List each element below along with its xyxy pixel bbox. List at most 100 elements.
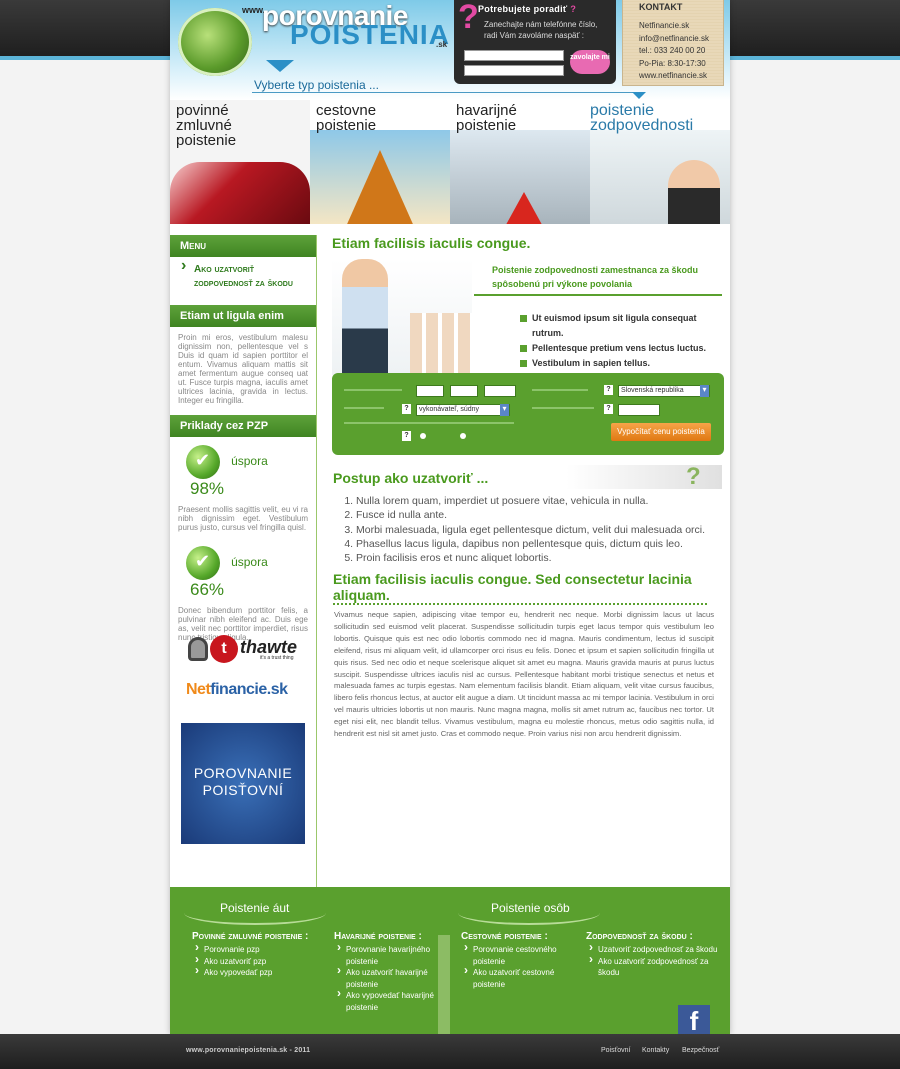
divider bbox=[184, 913, 326, 925]
businessman-image bbox=[590, 130, 730, 224]
banner-pzp-label: povinné zmluvné poistenie bbox=[176, 102, 237, 149]
saving-text-1: Praesent mollis sagittis velit, eu vi ra… bbox=[178, 505, 308, 532]
netfinancie-logo[interactable]: Netfinancie.sk bbox=[186, 681, 288, 699]
contact-line: Netfinancie.sk bbox=[639, 21, 690, 30]
thawte-sub: it's a trust thing bbox=[260, 655, 294, 661]
sidebar-item-uzatvorit[interactable]: Ako uzatvoriť zodpovednosť za škodu bbox=[170, 257, 316, 297]
footer-col-title: Povinné zmluvné poistenie : bbox=[192, 931, 309, 942]
banner-havarijne[interactable]: havarijné poistenie bbox=[450, 100, 590, 224]
car-image bbox=[170, 162, 310, 224]
contact-web[interactable]: www.netfinancie.sk bbox=[639, 70, 709, 83]
globe-logo-icon[interactable] bbox=[178, 8, 252, 76]
callback-phone-input[interactable] bbox=[464, 65, 564, 76]
country-select[interactable]: Slovenská republika bbox=[618, 385, 710, 397]
sidebar-menu-title: Menu bbox=[170, 235, 316, 257]
footer: Poistenie áut Poistenie osôb Povinné zml… bbox=[170, 887, 730, 1036]
price-calculator: ? vykonávateľ, súdny ? ? Slovenská repub… bbox=[332, 373, 724, 455]
man-shape bbox=[342, 259, 388, 375]
footer-link[interactable]: Porovnanie pzp bbox=[192, 942, 322, 956]
main-content: Etiam facilisis iaculis congue. Poisteni… bbox=[332, 235, 724, 887]
page-title: Etiam facilisis iaculis congue. bbox=[332, 235, 531, 251]
footer-link[interactable]: Ako uzatvoriť cestovné poistenie bbox=[461, 965, 576, 990]
footer-col-zodpovednost: Zodpovednosť za škodu : Uzatvoriť zodpov… bbox=[586, 931, 720, 979]
banner-cestovne-label: cestovne poistenie bbox=[316, 102, 377, 134]
netf-b: financie.sk bbox=[210, 681, 288, 698]
sidebar-box2-title: Priklady cez PZP bbox=[170, 415, 316, 437]
callback-name-input[interactable] bbox=[464, 50, 564, 61]
occupation-select[interactable]: vykonávateľ, súdny bbox=[416, 404, 510, 416]
callback-button[interactable]: zavolajte mi bbox=[570, 50, 610, 74]
saving-label: úspora bbox=[231, 554, 268, 569]
help-icon[interactable]: ? bbox=[604, 404, 613, 414]
saving-row-1: úspora 98% bbox=[170, 437, 316, 499]
office-image bbox=[332, 259, 472, 375]
facebook-icon[interactable]: f bbox=[678, 1005, 710, 1036]
thawte-logo[interactable]: t thawte it's a trust thing bbox=[188, 633, 300, 665]
help-icon[interactable]: ? bbox=[402, 431, 411, 441]
callback-box: ? Potrebujete poradiť ? Zanechajte nám t… bbox=[454, 0, 616, 84]
sidebar-box1-text: Proin mi eros, vestibulum malesu digniss… bbox=[178, 333, 308, 405]
footer-col-cestovne: Cestovné poistenie : Porovnanie cestovné… bbox=[461, 931, 576, 990]
footer-link[interactable]: Porovnanie cestovného poistenie bbox=[461, 942, 576, 967]
saving-percent: 98% bbox=[190, 479, 225, 498]
section-title: Etiam facilisis iaculis congue. Sed cons… bbox=[333, 571, 692, 603]
amount-input[interactable] bbox=[618, 404, 660, 416]
radio-no[interactable] bbox=[460, 433, 466, 439]
logo-sk: .sk bbox=[436, 40, 448, 49]
contact-hours: Po-Pia: 8:30-17:30 bbox=[639, 58, 706, 68]
date-month-input[interactable] bbox=[450, 385, 478, 397]
man-shape bbox=[668, 160, 720, 224]
saving-row-2: úspora 66% bbox=[170, 538, 316, 600]
bottom-link-poistovni[interactable]: Poisťovní bbox=[601, 1047, 630, 1054]
date-year-input[interactable] bbox=[484, 385, 516, 397]
callback-text: Zanechajte nám telefónne číslo, radi Vám… bbox=[484, 20, 598, 40]
logo-bottom[interactable]: POISTENIA bbox=[290, 20, 450, 50]
chevron-down-icon bbox=[632, 92, 646, 99]
list-item: Phasellus lacus ligula, dapibus non pell… bbox=[356, 537, 722, 551]
help-icon[interactable]: ? bbox=[604, 385, 613, 395]
banner-cestovne[interactable]: cestovne poistenie bbox=[310, 100, 450, 224]
banner-zodpovednost[interactable]: poistenie zodpovednosti bbox=[590, 100, 730, 224]
divider bbox=[458, 913, 600, 925]
intro-heading: Poistenie zodpovednosti zamestnanca za š… bbox=[492, 265, 699, 289]
steps-title: Postup ako uzatvoriť ... bbox=[333, 470, 489, 486]
banner-pzp[interactable]: povinné zmluvné poistenie bbox=[170, 100, 310, 224]
radio-yes[interactable] bbox=[420, 433, 426, 439]
footer-link[interactable]: Porovnanie havarijného poistenie bbox=[334, 942, 450, 967]
sail-image bbox=[310, 130, 450, 224]
banner-havarijne-label: havarijné poistenie bbox=[456, 102, 517, 134]
footer-link[interactable]: Ako vypovedať pzp bbox=[192, 965, 322, 979]
bottom-link-bezpecnost[interactable]: Bezpečnosť bbox=[682, 1047, 719, 1054]
bottom-link-kontakty[interactable]: Kontakty bbox=[642, 1047, 669, 1054]
help-icon[interactable]: ? bbox=[402, 404, 411, 414]
footer-link[interactable]: Ako uzatvoriť havarijné poistenie bbox=[334, 965, 450, 990]
contact-title: KONTAKT bbox=[639, 2, 683, 12]
footer-link[interactable]: Uzatvoriť zodpovednosť za škodu bbox=[586, 942, 720, 956]
sidebar: Menu Ako uzatvoriť zodpovednosť za škodu… bbox=[170, 235, 317, 887]
thawte-t-icon: t bbox=[210, 635, 238, 663]
footer-link[interactable]: Ako uzatvoriť pzp bbox=[192, 954, 322, 968]
checkmark-icon bbox=[186, 445, 220, 479]
field-label bbox=[532, 407, 594, 409]
contact-box: KONTAKT Netfinancie.sk info@netfinancie.… bbox=[622, 0, 724, 86]
porovnanie-banner[interactable]: POROVNANIE POISŤOVNÍ bbox=[181, 723, 305, 844]
contact-email[interactable]: info@netfinancie.sk bbox=[639, 33, 709, 46]
field-label bbox=[344, 389, 402, 391]
netf-a: Net bbox=[186, 681, 211, 698]
footer-col-title: Cestovné poistenie : bbox=[461, 931, 548, 942]
list-item: Vestibulum in sapien tellus. bbox=[520, 356, 722, 371]
warning-image bbox=[450, 130, 590, 224]
body-text: Vivamus neque sapien, adipiscing vitae t… bbox=[334, 610, 714, 739]
intro: Poistenie zodpovednosti zamestnanca za š… bbox=[332, 259, 722, 375]
sail-shape bbox=[340, 150, 420, 224]
header: www. porovnanie POISTENIA .sk Vyberte ty… bbox=[170, 0, 730, 100]
footer-link[interactable]: Ako vypovedať havarijné poistenie bbox=[334, 988, 450, 1013]
copyright: www.porovnaniepoistenia.sk - 2011 bbox=[186, 1047, 311, 1054]
date-day-input[interactable] bbox=[416, 385, 444, 397]
field-label bbox=[344, 422, 514, 424]
calculate-price-button[interactable]: Vypočítať cenu poistenia bbox=[611, 423, 711, 441]
footer-link[interactable]: Ako uzatvoriť zodpovednosť za škodu bbox=[586, 954, 720, 979]
callback-title-text: Potrebujete poradiť bbox=[478, 4, 568, 14]
footer-col-title: Havarijné poistenie : bbox=[334, 931, 422, 942]
checkmark-icon bbox=[186, 546, 220, 580]
